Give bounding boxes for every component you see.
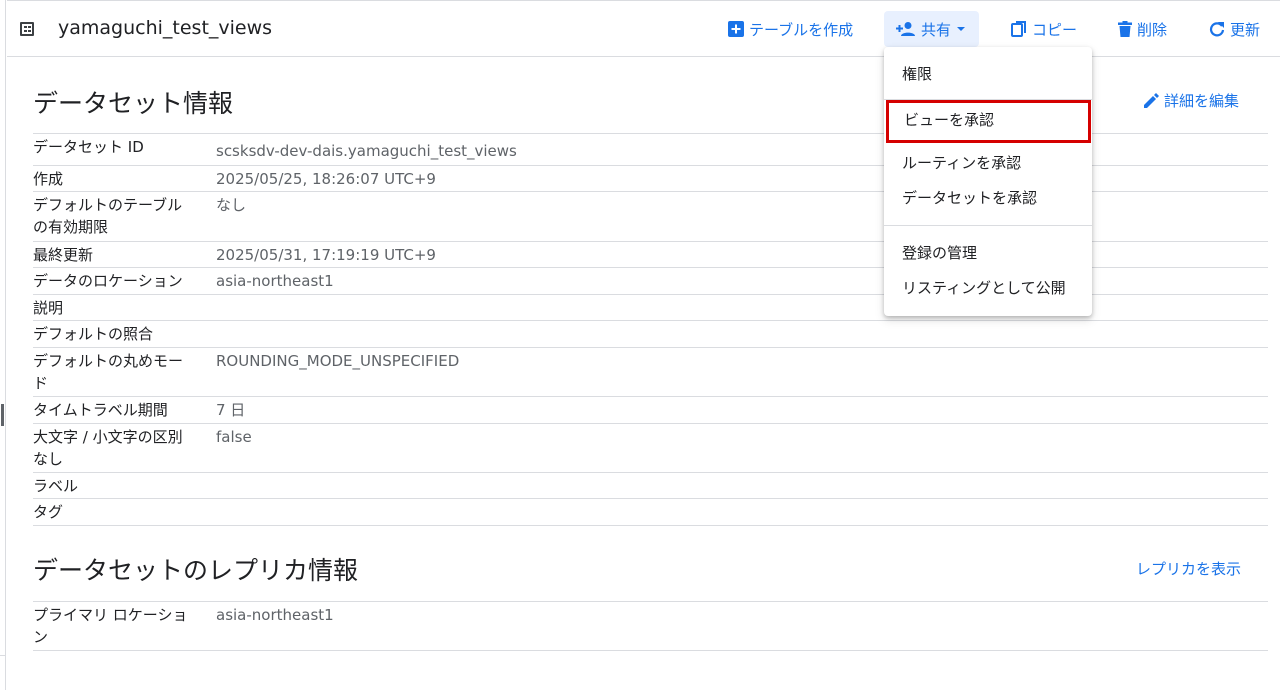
copy-label: コピー — [1032, 20, 1078, 39]
row-key: 大文字 / 小文字の区別なし — [33, 428, 183, 468]
menu-item-permissions[interactable]: 権限 — [884, 57, 1092, 91]
row-key: デフォルトの丸めモード — [33, 352, 184, 392]
refresh-button[interactable]: 更新 — [1209, 11, 1260, 47]
menu-divider — [884, 225, 1092, 226]
row-key: タイムトラベル期間 — [33, 401, 168, 419]
row-key: データセット ID — [33, 138, 144, 156]
row-key: ラベル — [33, 477, 79, 495]
row-key: タグ — [33, 503, 64, 521]
refresh-label: 更新 — [1230, 20, 1261, 39]
panel-resize-handle[interactable] — [1, 404, 4, 426]
share-dropdown-menu: 権限 ビューを承認 ルーティンを承認 データセットを承認 登録の管理 リスティン… — [884, 47, 1092, 316]
add-box-icon — [728, 21, 744, 37]
create-table-label: テーブルを作成 — [749, 20, 854, 39]
row-key: 作成 — [33, 170, 64, 188]
table-row: タイムトラベル期間 7 日 — [33, 397, 1268, 424]
create-table-button[interactable]: テーブルを作成 — [728, 11, 853, 47]
replica-info-table: プライマリ ロケーション asia-northeast1 — [33, 601, 1268, 651]
table-row: タグ — [33, 499, 1268, 526]
share-label: 共有 — [921, 20, 952, 39]
row-key: デフォルトの照合 — [33, 325, 154, 343]
menu-item-authorize-view[interactable]: ビューを承認 — [886, 100, 1091, 143]
row-value: scsksdv-dev-dais.yamaguchi_test_views — [216, 142, 517, 160]
row-value: ROUNDING_MODE_UNSPECIFIED — [216, 352, 460, 370]
row-value: false — [216, 428, 252, 446]
table-row: ラベル — [33, 473, 1268, 499]
person-add-icon — [896, 22, 915, 36]
show-replicas-link[interactable]: レプリカを表示 — [1136, 558, 1241, 579]
menu-item-authorize-routine[interactable]: ルーティンを承認 — [884, 146, 1092, 180]
edit-details-label: 詳細を編集 — [1164, 92, 1240, 110]
replica-info-title: データセットのレプリカ情報 — [33, 556, 359, 585]
menu-item-manage-subscriptions[interactable]: 登録の管理 — [884, 236, 1092, 270]
dataset-grid-icon — [20, 22, 34, 36]
row-value: asia-northeast1 — [216, 272, 334, 290]
trash-icon — [1118, 21, 1132, 37]
row-value: 7 日 — [216, 401, 246, 419]
row-value: 2025/05/25, 18:26:07 UTC+9 — [216, 170, 436, 188]
row-value: 2025/05/31, 17:19:19 UTC+9 — [216, 246, 436, 264]
menu-item-authorize-dataset[interactable]: データセットを承認 — [884, 181, 1092, 215]
table-row: デフォルトの丸めモード ROUNDING_MODE_UNSPECIFIED — [33, 348, 1268, 397]
edit-details-link[interactable]: 詳細を編集 — [1143, 90, 1239, 111]
row-value: なし — [216, 196, 247, 214]
arrow-drop-down-icon — [957, 27, 966, 31]
row-key: デフォルトのテーブルの有効期限 — [33, 196, 183, 236]
row-key: データのロケーション — [33, 272, 183, 290]
table-row: プライマリ ロケーション asia-northeast1 — [33, 602, 1268, 651]
share-button[interactable]: 共有 — [884, 11, 980, 47]
delete-button[interactable]: 削除 — [1118, 11, 1167, 47]
pencil-icon — [1144, 92, 1159, 108]
table-row: デフォルトの照合 — [33, 321, 1268, 348]
row-value: asia-northeast1 — [216, 606, 334, 624]
row-key: プライマリ ロケーション — [33, 606, 188, 646]
copy-icon — [1011, 21, 1026, 37]
row-key: 説明 — [33, 299, 64, 317]
left-panel-edge — [0, 0, 6, 690]
copy-button[interactable]: コピー — [1011, 11, 1077, 47]
delete-label: 削除 — [1137, 20, 1168, 39]
menu-item-publish-as-listing[interactable]: リスティングとして公開 — [884, 271, 1092, 305]
refresh-icon — [1209, 22, 1225, 37]
table-row: 大文字 / 小文字の区別なし false — [33, 424, 1268, 473]
dataset-info-title: データセット情報 — [33, 89, 234, 118]
dataset-title: yamaguchi_test_views — [58, 17, 273, 39]
panel-divider — [0, 655, 6, 656]
row-key: 最終更新 — [33, 246, 94, 264]
